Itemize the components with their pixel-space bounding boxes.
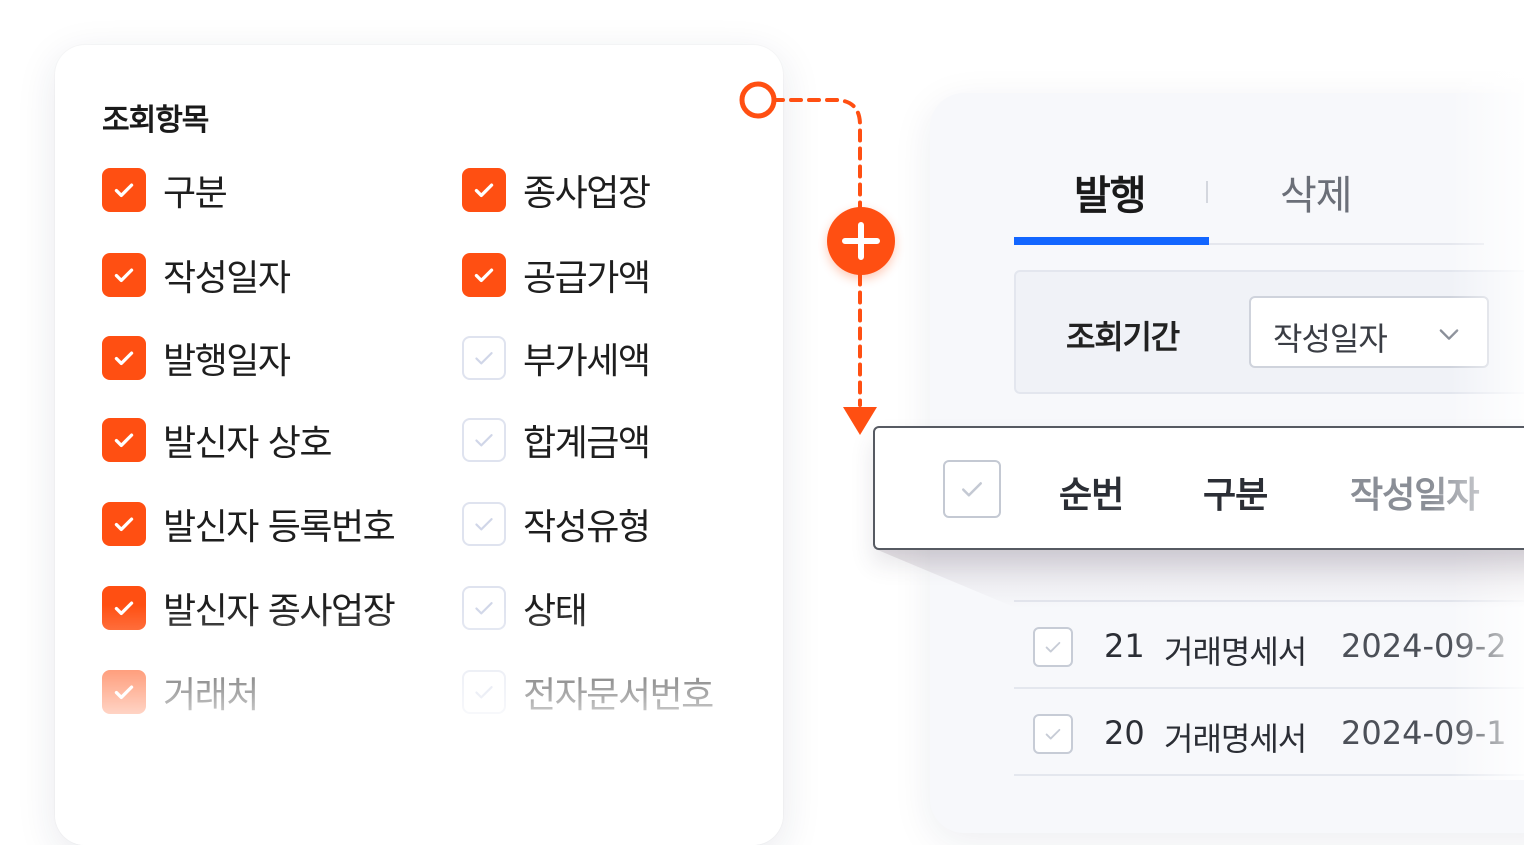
row-divider bbox=[1014, 774, 1524, 776]
row-type: 거래명세서 bbox=[1164, 720, 1307, 758]
option-write-date[interactable]: 작성일자 bbox=[102, 250, 291, 300]
option-issue-date[interactable]: 발행일자 bbox=[102, 333, 291, 383]
column-header-write-date[interactable]: 작성일자 bbox=[1350, 466, 1479, 518]
option-supply-amount[interactable]: 공급가액 bbox=[462, 250, 651, 300]
active-tab-indicator bbox=[1014, 237, 1209, 245]
option-label: 합계금액 bbox=[523, 423, 651, 464]
check-icon bbox=[475, 602, 493, 615]
row-divider bbox=[1014, 600, 1524, 602]
checkbox-checked[interactable] bbox=[462, 253, 506, 297]
check-icon bbox=[114, 517, 134, 532]
arrow-down-icon bbox=[843, 407, 877, 435]
check-icon bbox=[114, 685, 134, 700]
option-vat-amount[interactable]: 부가세액 bbox=[462, 333, 651, 383]
row-number: 20 bbox=[1104, 714, 1145, 752]
option-label: 부가세액 bbox=[523, 341, 651, 382]
tab-issue[interactable]: 발행 bbox=[1074, 163, 1147, 221]
checkbox-checked[interactable] bbox=[102, 418, 146, 462]
checkbox-unchecked[interactable] bbox=[462, 586, 506, 630]
check-icon bbox=[962, 482, 982, 497]
option-status[interactable]: 상태 bbox=[462, 583, 588, 633]
add-column-button[interactable] bbox=[827, 207, 895, 275]
option-label: 상태 bbox=[523, 591, 588, 632]
option-label: 발신자 등록번호 bbox=[163, 507, 396, 548]
select-all-checkbox[interactable] bbox=[943, 460, 1001, 518]
date-type-select[interactable]: 작성일자 bbox=[1249, 296, 1489, 368]
filter-label: 조회기간 bbox=[1066, 318, 1180, 356]
check-icon bbox=[474, 268, 494, 283]
option-total-amount[interactable]: 합계금액 bbox=[462, 415, 651, 465]
option-label: 구분 bbox=[163, 173, 228, 214]
panel-title: 조회항목 bbox=[102, 103, 209, 138]
check-icon bbox=[475, 686, 493, 699]
option-label: 종사업장 bbox=[523, 173, 651, 214]
check-icon bbox=[474, 183, 494, 198]
option-label: 거래처 bbox=[163, 675, 259, 716]
tab-separator bbox=[1206, 181, 1208, 203]
option-label: 발신자 종사업장 bbox=[163, 591, 396, 632]
plus-icon bbox=[842, 222, 880, 260]
option-write-type[interactable]: 작성유형 bbox=[462, 499, 651, 549]
option-client[interactable]: 거래처 bbox=[102, 667, 259, 717]
row-date: 2024-09-2 bbox=[1341, 627, 1507, 665]
table-header-card: 순번 구분 작성일자 bbox=[873, 426, 1524, 550]
option-label: 공급가액 bbox=[523, 258, 651, 299]
checkbox-checked[interactable] bbox=[102, 586, 146, 630]
option-sender-branch[interactable]: 발신자 종사업장 bbox=[102, 583, 396, 633]
option-label: 발신자 상호 bbox=[163, 423, 333, 464]
panel-fade bbox=[55, 605, 783, 845]
check-icon bbox=[1045, 641, 1061, 653]
row-type: 거래명세서 bbox=[1164, 633, 1307, 671]
check-icon bbox=[475, 434, 493, 447]
check-icon bbox=[475, 518, 493, 531]
chevron-down-icon bbox=[1439, 329, 1459, 340]
option-label: 발행일자 bbox=[163, 341, 291, 382]
checkbox-checked[interactable] bbox=[102, 336, 146, 380]
checkbox-unchecked[interactable] bbox=[462, 502, 506, 546]
option-sender-name[interactable]: 발신자 상호 bbox=[102, 415, 333, 465]
column-header-number[interactable]: 순번 bbox=[1059, 466, 1124, 518]
check-icon bbox=[475, 352, 493, 365]
check-icon bbox=[114, 183, 134, 198]
option-label: 작성유형 bbox=[523, 507, 651, 548]
search-filter-box: 조회기간 작성일자 bbox=[1014, 270, 1524, 394]
tab-delete[interactable]: 삭제 bbox=[1280, 163, 1353, 221]
checkbox-checked[interactable] bbox=[102, 168, 146, 212]
columns-options-panel: 조회항목 구분 작성일자 발행일자 발신자 상호 발신자 등록번호 발신자 종사… bbox=[55, 45, 783, 845]
row-checkbox[interactable] bbox=[1033, 627, 1073, 667]
select-value: 작성일자 bbox=[1273, 320, 1388, 358]
checkbox-unchecked[interactable] bbox=[462, 418, 506, 462]
row-divider bbox=[1014, 687, 1524, 689]
check-icon bbox=[114, 351, 134, 366]
option-branch[interactable]: 종사업장 bbox=[462, 165, 651, 215]
check-icon bbox=[114, 433, 134, 448]
checkbox-unchecked[interactable] bbox=[462, 336, 506, 380]
check-icon bbox=[1045, 728, 1061, 740]
check-icon bbox=[114, 268, 134, 283]
option-label: 전자문서번호 bbox=[523, 675, 714, 716]
checkbox-checked[interactable] bbox=[102, 670, 146, 714]
column-header-category[interactable]: 구분 bbox=[1203, 466, 1268, 518]
option-sender-reg-no[interactable]: 발신자 등록번호 bbox=[102, 499, 396, 549]
table-row[interactable]: 21 거래명세서 2024-09-2 bbox=[1014, 605, 1524, 685]
checkbox-checked[interactable] bbox=[462, 168, 506, 212]
table-row[interactable]: 20 거래명세서 2024-09-1 bbox=[1014, 692, 1524, 772]
option-category[interactable]: 구분 bbox=[102, 165, 228, 215]
checkbox-unchecked[interactable] bbox=[462, 670, 506, 714]
option-label: 작성일자 bbox=[163, 258, 291, 299]
row-date: 2024-09-1 bbox=[1341, 714, 1507, 752]
row-number: 21 bbox=[1104, 627, 1145, 665]
check-icon bbox=[114, 601, 134, 616]
checkbox-checked[interactable] bbox=[102, 253, 146, 297]
row-checkbox[interactable] bbox=[1033, 714, 1073, 754]
checkbox-checked[interactable] bbox=[102, 502, 146, 546]
option-e-doc-number[interactable]: 전자문서번호 bbox=[462, 667, 714, 717]
